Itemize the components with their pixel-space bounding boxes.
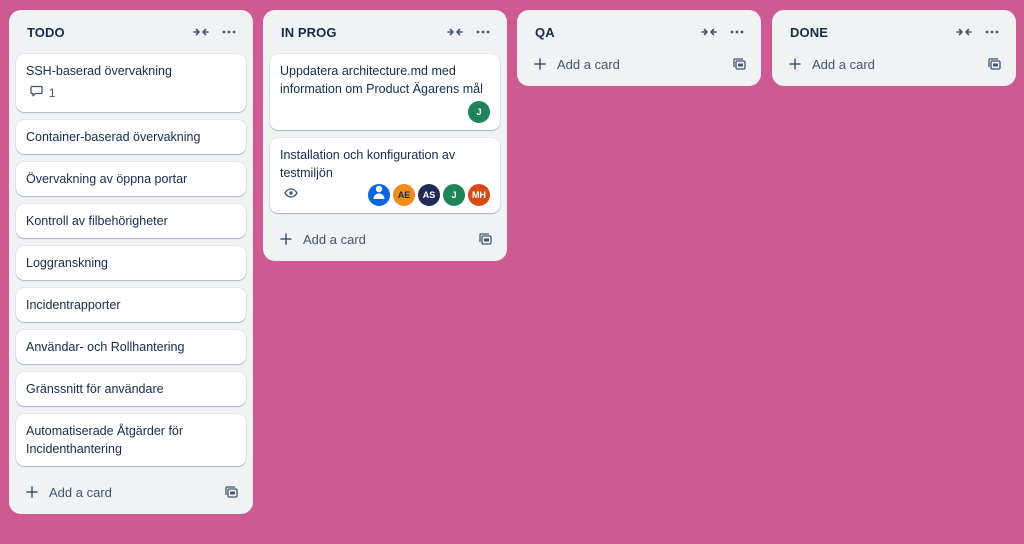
card-badges: 1 [26, 84, 236, 104]
list-done: DONE Add a card [772, 10, 1016, 86]
collapse-icon[interactable] [441, 18, 469, 46]
board: TODO SSH-baserad övervakning 1 Container… [0, 0, 1024, 544]
card[interactable]: Övervakning av öppna portar [16, 162, 246, 196]
card-title: Container-baserad övervakning [26, 130, 201, 144]
more-icon[interactable] [469, 18, 497, 46]
card-list: Uppdatera architecture.md med informatio… [263, 54, 507, 213]
card-badges: J [280, 101, 490, 123]
eye-icon [284, 186, 304, 204]
card[interactable]: Kontroll av filbehörigheter [16, 204, 246, 238]
card-title: Kontroll av filbehörigheter [26, 214, 168, 228]
card[interactable]: Uppdatera architecture.md med informatio… [270, 54, 500, 130]
comment-icon [30, 85, 49, 103]
card-title: Användar- och Rollhantering [26, 340, 185, 354]
card-title: Automatiserade Åtgärder för Incidenthant… [26, 424, 184, 456]
more-icon[interactable] [215, 18, 243, 46]
card-members: J [465, 101, 490, 123]
card[interactable]: Container-baserad övervakning [16, 120, 246, 154]
card[interactable]: SSH-baserad övervakning 1 [16, 54, 246, 112]
card-template-icon[interactable] [217, 478, 245, 506]
collapse-icon[interactable] [695, 18, 723, 46]
add-card-button[interactable]: Add a card [812, 57, 980, 72]
comments-count: 1 [49, 88, 56, 100]
plus-icon[interactable] [531, 55, 549, 73]
card-title: Uppdatera architecture.md med informatio… [280, 64, 483, 96]
list-title[interactable]: TODO [27, 25, 187, 40]
add-card-row: Add a card [263, 221, 507, 257]
card[interactable]: Gränssnitt för användare [16, 372, 246, 406]
list-title[interactable]: IN PROG [281, 25, 441, 40]
list-header[interactable]: DONE [772, 10, 1016, 54]
list-in-prog: IN PROG Uppdatera architecture.md med in… [263, 10, 507, 261]
list-title[interactable]: QA [535, 25, 695, 40]
watching-badge [280, 186, 304, 204]
card[interactable]: Loggranskning [16, 246, 246, 280]
plus-icon[interactable] [23, 483, 41, 501]
card[interactable]: Användar- och Rollhantering [16, 330, 246, 364]
avatar[interactable]: J [443, 184, 465, 206]
card-template-icon[interactable] [980, 50, 1008, 78]
card-title: Gränssnitt för användare [26, 382, 164, 396]
avatar[interactable]: AE [393, 184, 415, 206]
avatar[interactable] [368, 184, 390, 206]
card[interactable]: Automatiserade Åtgärder för Incidenthant… [16, 414, 246, 466]
card-template-icon[interactable] [725, 50, 753, 78]
card[interactable]: Installation och konfiguration av testmi… [270, 138, 500, 213]
card-title: Installation och konfiguration av testmi… [280, 148, 456, 180]
avatar[interactable]: AS [418, 184, 440, 206]
card-template-icon[interactable] [471, 225, 499, 253]
list-header[interactable]: TODO [9, 10, 253, 54]
more-icon[interactable] [978, 18, 1006, 46]
collapse-icon[interactable] [950, 18, 978, 46]
list-title[interactable]: DONE [790, 25, 950, 40]
list-header[interactable]: QA [517, 10, 761, 54]
comments-badge: 1 [26, 85, 55, 103]
card-title: Incidentrapporter [26, 298, 121, 312]
card[interactable]: Incidentrapporter [16, 288, 246, 322]
card-title: SSH-baserad övervakning [26, 64, 172, 78]
collapse-icon[interactable] [187, 18, 215, 46]
plus-icon[interactable] [786, 55, 804, 73]
person-icon [372, 184, 386, 206]
list-header[interactable]: IN PROG [263, 10, 507, 54]
card-list: SSH-baserad övervakning 1 Container-base… [9, 54, 253, 466]
avatar[interactable]: J [468, 101, 490, 123]
card-title: Övervakning av öppna portar [26, 172, 188, 186]
card-members: AE AS J MH [365, 184, 490, 206]
add-card-row: Add a card [9, 474, 253, 510]
plus-icon[interactable] [277, 230, 295, 248]
card-title: Loggranskning [26, 256, 109, 270]
list-todo: TODO SSH-baserad övervakning 1 Container… [9, 10, 253, 514]
more-icon[interactable] [723, 18, 751, 46]
card-badges: AE AS J MH [280, 184, 490, 206]
list-qa: QA Add a card [517, 10, 761, 86]
avatar[interactable]: MH [468, 184, 490, 206]
add-card-button[interactable]: Add a card [49, 485, 217, 500]
add-card-button[interactable]: Add a card [303, 232, 471, 247]
add-card-button[interactable]: Add a card [557, 57, 725, 72]
